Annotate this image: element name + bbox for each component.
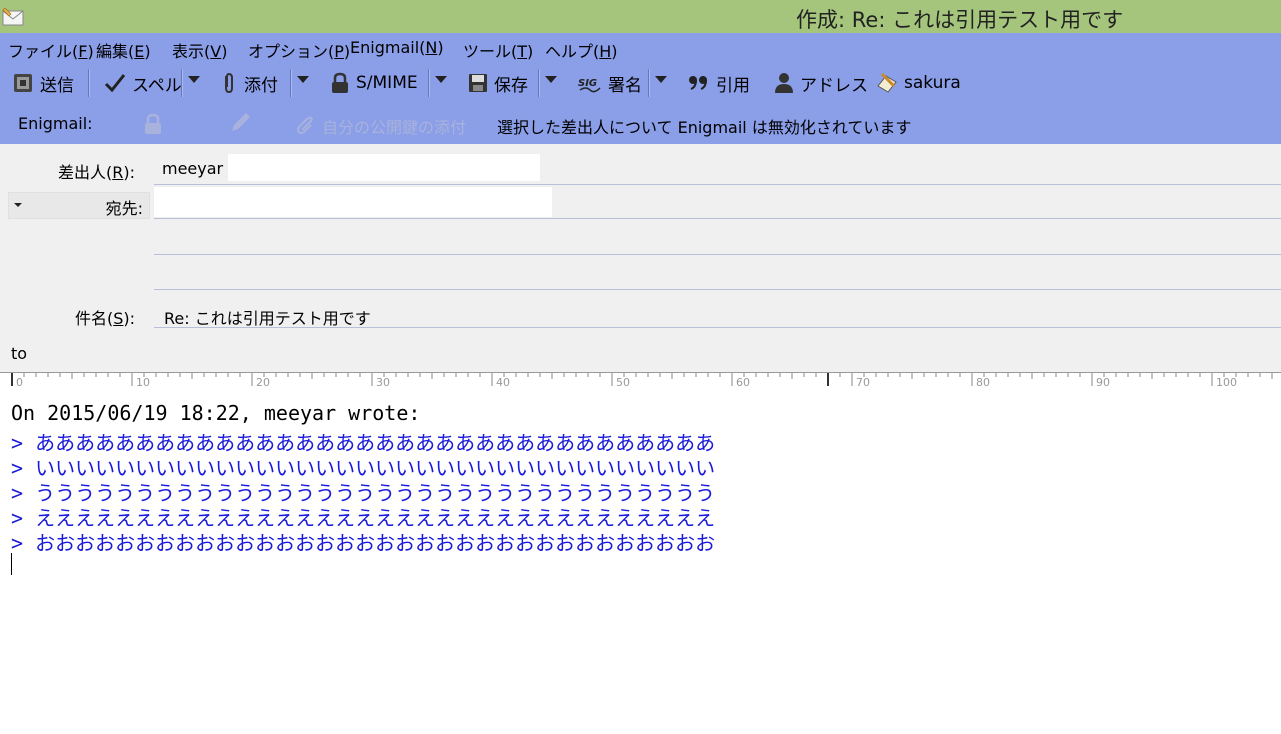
ruler-label: 90 bbox=[1096, 376, 1110, 387]
ruler-label: 80 bbox=[976, 376, 990, 387]
divider bbox=[154, 289, 1281, 290]
toolbar-separator bbox=[88, 69, 89, 97]
ruler-label: 10 bbox=[136, 376, 150, 387]
toolbar-separator bbox=[538, 69, 539, 97]
compose-app-icon[interactable] bbox=[2, 5, 24, 27]
save-button[interactable]: 保存 bbox=[468, 68, 528, 98]
menu-view[interactable]: 表示(V) bbox=[172, 38, 227, 62]
toolbar-separator bbox=[648, 69, 649, 97]
from-identity-select[interactable]: meeyar bbox=[162, 159, 223, 178]
lock-icon bbox=[332, 72, 348, 93]
enigmail-status-text: 選択した差出人について Enigmail は無効化されています bbox=[497, 118, 912, 137]
save-dropdown-arrow[interactable] bbox=[545, 76, 557, 83]
start-column-marker bbox=[11, 373, 13, 386]
ruler-label: 20 bbox=[256, 376, 270, 387]
column-ruler: 0 10 20 30 40 50 60 70 80 90 100 bbox=[0, 372, 1281, 387]
subject-label: 件名(S): bbox=[75, 309, 136, 328]
sakura-button[interactable]: sakura bbox=[876, 68, 961, 98]
paperclip-icon bbox=[225, 72, 233, 94]
menu-help[interactable]: ヘルプ(H) bbox=[545, 38, 618, 62]
notepad-pencil-icon bbox=[877, 72, 897, 93]
spell-button[interactable]: スペル bbox=[104, 68, 182, 98]
attach-key-icon bbox=[297, 116, 313, 134]
ruler-label: 70 bbox=[856, 376, 870, 387]
compose-toolbar: 送信 スペル 添付 S/MIME 保存 SIG 署名 引用 アドレス sakur… bbox=[0, 63, 1281, 103]
attribution-line: On 2015/06/19 18:22, meeyar wrote: bbox=[11, 401, 421, 425]
divider bbox=[154, 327, 1281, 328]
toolbar-separator bbox=[181, 69, 182, 97]
ruler-label: 60 bbox=[736, 376, 750, 387]
ruler-label: 50 bbox=[616, 376, 630, 387]
chevron-down-icon bbox=[14, 203, 22, 207]
smime-button[interactable]: S/MIME bbox=[330, 68, 418, 98]
floppy-disk-icon bbox=[469, 74, 487, 92]
enigmail-label: Enigmail: bbox=[18, 114, 93, 133]
quote-icon bbox=[689, 76, 707, 90]
quote-button[interactable]: 引用 bbox=[688, 68, 750, 98]
ruler-label: 30 bbox=[376, 376, 390, 387]
send-icon bbox=[14, 74, 32, 92]
encrypt-lock-icon[interactable] bbox=[143, 113, 163, 135]
wrap-column-marker bbox=[827, 373, 829, 386]
ruler-label: 0 bbox=[16, 376, 23, 387]
message-body-editor[interactable]: On 2015/06/19 18:22, meeyar wrote: > あああ… bbox=[0, 387, 1281, 734]
checkmark-icon bbox=[104, 74, 126, 93]
spell-dropdown-arrow[interactable] bbox=[188, 76, 200, 83]
from-label: 差出人(R): bbox=[58, 163, 136, 182]
sign-button[interactable]: SIG 署名 bbox=[578, 68, 642, 98]
divider bbox=[154, 184, 1281, 185]
menu-tools[interactable]: ツール(T) bbox=[463, 38, 533, 62]
to-address-field[interactable] bbox=[154, 187, 552, 217]
ruler-label: 100 bbox=[1216, 376, 1237, 387]
subject-input[interactable]: Re: これは引用テスト用です bbox=[164, 305, 371, 329]
menu-file[interactable]: ファイル(F) bbox=[8, 38, 94, 62]
attachment-area-text: to bbox=[11, 344, 28, 363]
enigmail-toolbar: Enigmail: 自分の公開鍵の添付 選択した差出人について Enigmail… bbox=[0, 105, 1281, 141]
address-book-button[interactable]: アドレス bbox=[774, 68, 868, 98]
attach-dropdown-arrow[interactable] bbox=[297, 76, 309, 83]
person-icon bbox=[775, 73, 793, 93]
divider bbox=[154, 254, 1281, 255]
divider bbox=[154, 218, 1281, 219]
smime-dropdown-arrow[interactable] bbox=[435, 76, 447, 83]
menu-options[interactable]: オプション(P) bbox=[248, 38, 350, 62]
toolbar-separator bbox=[290, 69, 291, 97]
ruler-label: 40 bbox=[496, 376, 510, 387]
attach-public-key-button[interactable]: 自分の公開鍵の添付 bbox=[296, 114, 466, 138]
signature-icon: SIG bbox=[578, 78, 601, 93]
text-caret bbox=[11, 553, 12, 575]
send-button[interactable]: 送信 bbox=[12, 68, 74, 98]
ruler-ticks: 0 10 20 30 40 50 60 70 80 90 100 bbox=[11, 373, 1273, 387]
from-address-field[interactable] bbox=[228, 154, 540, 181]
menu-edit[interactable]: 編集(E) bbox=[96, 38, 151, 62]
toolbox: ファイル(F) 編集(E) 表示(V) オプション(P) Enigmail(N)… bbox=[0, 33, 1281, 144]
recipient-type-select[interactable]: 宛先: bbox=[8, 192, 150, 219]
sign-pencil-icon[interactable] bbox=[228, 111, 252, 135]
title-bar: 作成: Re: これは引用テスト用です bbox=[0, 0, 1281, 33]
svg-text:SIG: SIG bbox=[578, 78, 597, 89]
attach-button[interactable]: 添付 bbox=[220, 68, 278, 98]
address-header: 差出人(R): meeyar 宛先: 件名(S): Re: これは引用テスト用で… bbox=[0, 144, 1281, 372]
sign-dropdown-arrow[interactable] bbox=[655, 76, 667, 83]
window-title: 作成: Re: これは引用テスト用です bbox=[796, 8, 1124, 32]
toolbar-separator bbox=[428, 69, 429, 97]
menu-bar: ファイル(F) 編集(E) 表示(V) オプション(P) Enigmail(N)… bbox=[0, 33, 1281, 63]
quoted-line: > おおおおおおおおおおおおおおおおおおおおおおおおおおおおおおおおおお bbox=[11, 531, 716, 555]
menu-enigmail[interactable]: Enigmail(N) bbox=[350, 38, 444, 57]
